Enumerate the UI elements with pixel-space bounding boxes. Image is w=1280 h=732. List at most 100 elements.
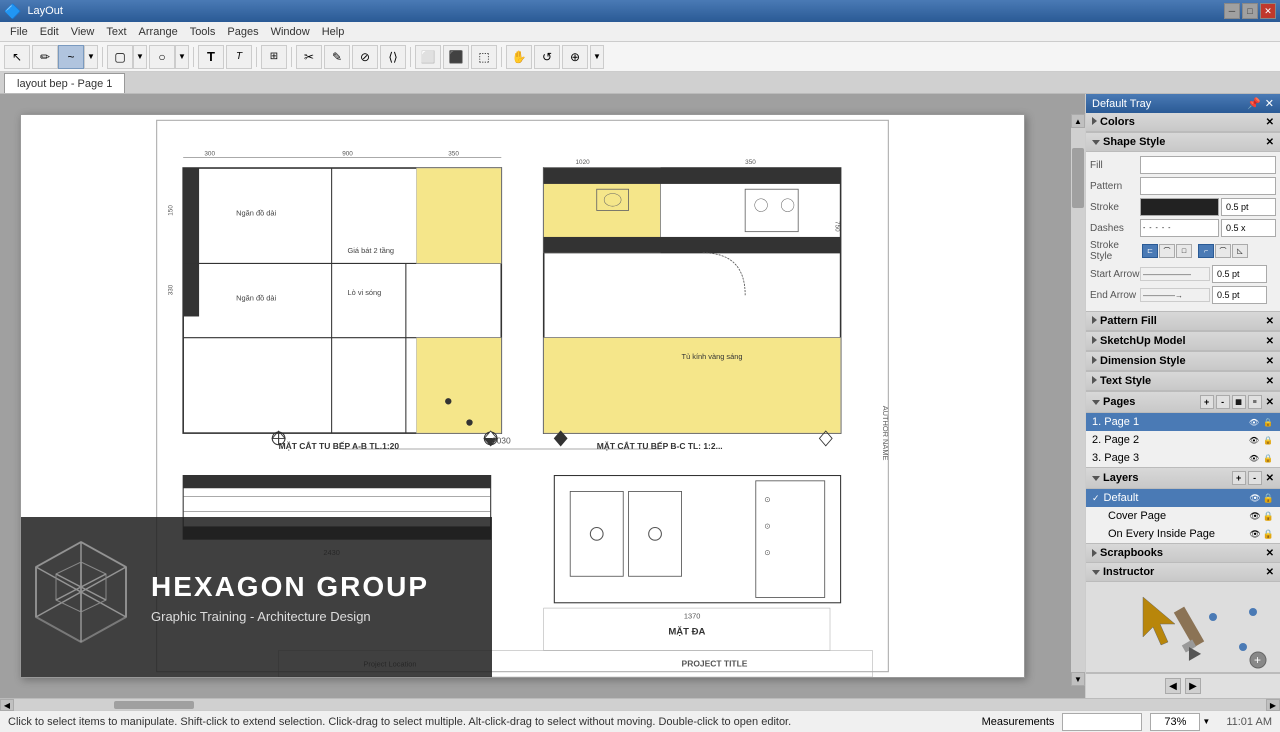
menu-view[interactable]: View — [65, 24, 101, 40]
pages-header[interactable]: Pages + - ▦ ≡ ✕ — [1086, 392, 1280, 413]
hscroll-track[interactable] — [14, 699, 1266, 710]
menu-pages[interactable]: Pages — [221, 24, 264, 40]
sample-tool[interactable]: ⊘ — [352, 45, 378, 69]
start-arrow-pt[interactable]: 0.5 pt — [1212, 265, 1267, 283]
menu-tools[interactable]: Tools — [184, 24, 222, 40]
stroke-flat-btn[interactable]: ⊏ — [1142, 244, 1158, 258]
layer-inside[interactable]: On Every Inside Page 👁 🔒 — [1086, 525, 1280, 543]
nav-prev-btn[interactable]: ◀ — [1165, 678, 1181, 694]
end-arrow-pt[interactable]: 0.5 pt — [1212, 286, 1267, 304]
pages-list-btn[interactable]: ≡ — [1248, 395, 1262, 409]
select-tool[interactable]: ↖ — [4, 45, 30, 69]
minimize-button[interactable]: ─ — [1224, 3, 1240, 19]
rect-tool[interactable]: ▢ — [107, 45, 133, 69]
layer-default-lock-icon[interactable]: 🔒 — [1263, 493, 1274, 504]
instructor-close-icon[interactable]: ✕ — [1266, 567, 1274, 578]
arc-tool[interactable]: ~ — [58, 45, 84, 69]
menu-help[interactable]: Help — [316, 24, 351, 40]
stroke-square-btn[interactable]: □ — [1176, 244, 1192, 258]
hscroll-right-btn[interactable]: ▶ — [1266, 699, 1280, 711]
vscroll-up[interactable]: ▲ — [1071, 114, 1085, 128]
layer-inside-lock-icon[interactable]: 🔒 — [1263, 529, 1274, 540]
shape-dropdown[interactable]: ▼ — [133, 45, 147, 69]
layer-cover-lock-icon[interactable]: 🔒 — [1263, 511, 1274, 522]
hscroll-left-btn[interactable]: ◀ — [0, 699, 14, 711]
circle-tool[interactable]: ○ — [149, 45, 175, 69]
menu-file[interactable]: File — [4, 24, 34, 40]
pages-grid-btn[interactable]: ▦ — [1232, 395, 1246, 409]
join-round-btn[interactable]: ⌒ — [1215, 244, 1231, 258]
dropdown-extra[interactable]: ▼ — [590, 45, 604, 69]
pages-close-icon[interactable]: ✕ — [1266, 397, 1274, 408]
end-arrow-dropdown[interactable]: ————→ — [1140, 288, 1210, 302]
dashes-val[interactable]: 0.5 x — [1221, 219, 1276, 237]
fill-swatch[interactable] — [1140, 156, 1276, 174]
layer-inside-vis-icon[interactable]: 👁 — [1249, 529, 1260, 540]
circle-dropdown[interactable]: ▼ — [175, 45, 189, 69]
line-dropdown[interactable]: ▼ — [84, 45, 98, 69]
sketchup-close-icon[interactable]: ✕ — [1266, 336, 1274, 347]
canvas-area[interactable]: 300 900 350 150 330 Ngăn đồ dài Ngăn đồ … — [0, 94, 1085, 698]
close-button[interactable]: ✕ — [1260, 3, 1276, 19]
colors-header[interactable]: Colors ✕ — [1086, 113, 1280, 132]
layer-cover-vis-icon[interactable]: 👁 — [1249, 511, 1260, 522]
zoom-window-tool[interactable]: ⊕ — [562, 45, 588, 69]
pattern-swatch[interactable] — [1140, 177, 1276, 195]
table-tool[interactable]: ⊞ — [261, 45, 287, 69]
nav-next-btn[interactable]: ▶ — [1185, 678, 1201, 694]
stroke-color-swatch[interactable] — [1140, 198, 1219, 216]
menu-text[interactable]: Text — [100, 24, 132, 40]
titlebar-controls[interactable]: ─ □ ✕ — [1224, 3, 1276, 19]
pan-tool[interactable]: ✋ — [506, 45, 532, 69]
menu-window[interactable]: Window — [265, 24, 316, 40]
tab-page1[interactable]: layout bep - Page 1 — [4, 73, 125, 93]
label-tool[interactable]: T — [226, 45, 252, 69]
shape-style-close-icon[interactable]: ✕ — [1266, 137, 1274, 148]
vscroll-down[interactable]: ▼ — [1071, 672, 1085, 686]
zoom-out-tool[interactable]: ⬚ — [471, 45, 497, 69]
sketchup-header[interactable]: SketchUp Model ✕ — [1086, 332, 1280, 351]
tray-close[interactable]: ✕ — [1265, 97, 1274, 110]
text-style-close-icon[interactable]: ✕ — [1266, 376, 1274, 387]
dimension-style-close-icon[interactable]: ✕ — [1266, 356, 1274, 367]
remove-layer-btn[interactable]: - — [1248, 471, 1262, 485]
join-miter-btn[interactable]: ⌐ — [1198, 244, 1214, 258]
start-arrow-dropdown[interactable]: —————— — [1140, 267, 1210, 281]
maximize-button[interactable]: □ — [1242, 3, 1258, 19]
orbit-tool[interactable]: ↺ — [534, 45, 560, 69]
add-page-btn[interactable]: + — [1200, 395, 1214, 409]
bottom-scroll-bar[interactable]: ◀ ▶ — [0, 698, 1280, 710]
remove-page-btn[interactable]: - — [1216, 395, 1230, 409]
dimension-tool[interactable]: ⟨⟩ — [380, 45, 406, 69]
text-style-header[interactable]: Text Style ✕ — [1086, 372, 1280, 391]
eraser-tool[interactable]: ✂ — [296, 45, 322, 69]
zoom-dropdown-btn[interactable]: ▼ — [1202, 717, 1210, 726]
add-layer-btn[interactable]: + — [1232, 471, 1246, 485]
join-bevel-btn[interactable]: ◺ — [1232, 244, 1248, 258]
scrapbooks-close-icon[interactable]: ✕ — [1266, 548, 1274, 559]
vscroll-bar[interactable]: ▲ ▼ — [1071, 114, 1085, 686]
vscroll-thumb[interactable] — [1072, 148, 1084, 208]
page-item-3[interactable]: 3. Page 3 👁 🔒 — [1086, 449, 1280, 467]
menu-edit[interactable]: Edit — [34, 24, 65, 40]
paint-tool[interactable]: ✎ — [324, 45, 350, 69]
text-tool[interactable]: T — [198, 45, 224, 69]
zoom-in-tool[interactable]: ⬛ — [443, 45, 469, 69]
pencil-tool[interactable]: ✏ — [32, 45, 58, 69]
layer-cover[interactable]: Cover Page 👁 🔒 — [1086, 507, 1280, 525]
scrapbooks-header[interactable]: Scrapbooks ✕ — [1086, 544, 1280, 562]
layers-close-icon[interactable]: ✕ — [1266, 473, 1274, 484]
instructor-header[interactable]: Instructor ✕ — [1086, 563, 1280, 582]
shape-style-header[interactable]: Shape Style ✕ — [1086, 133, 1280, 152]
stroke-round-btn[interactable]: ⌒ — [1159, 244, 1175, 258]
dashes-dropdown[interactable]: - - - - - — [1140, 219, 1219, 237]
clip-tool[interactable]: ⬜ — [415, 45, 441, 69]
colors-close-icon[interactable]: ✕ — [1266, 117, 1274, 128]
layer-default[interactable]: ✓ Default 👁 🔒 — [1086, 489, 1280, 507]
page-item-2[interactable]: 2. Page 2 👁 🔒 — [1086, 431, 1280, 449]
pattern-fill-close-icon[interactable]: ✕ — [1266, 316, 1274, 327]
layer-default-vis-icon[interactable]: 👁 — [1249, 493, 1260, 504]
menu-arrange[interactable]: Arrange — [133, 24, 184, 40]
stroke-pt-input[interactable]: 0.5 pt — [1221, 198, 1276, 216]
zoom-input[interactable]: 73% — [1150, 713, 1200, 731]
